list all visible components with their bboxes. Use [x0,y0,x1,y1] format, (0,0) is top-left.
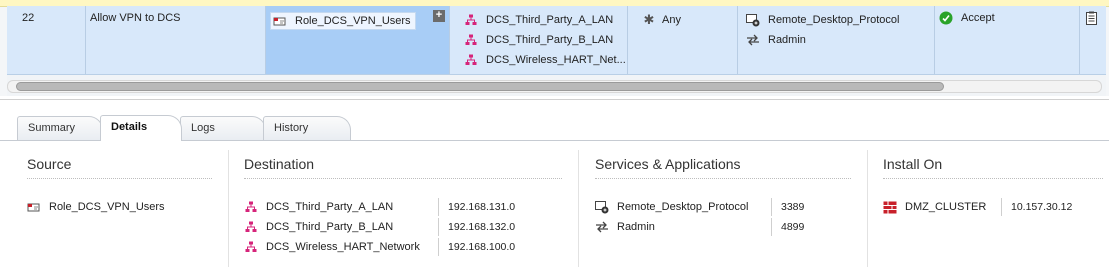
service-detail-item[interactable]: Radmin [595,218,655,236]
action-label: Accept [961,12,995,24]
destination-object[interactable]: DCS_Third_Party_B_LAN [464,32,613,48]
network-icon [244,201,258,213]
add-object-button[interactable]: + [433,10,445,22]
source-object[interactable]: Role_DCS_VPN_Users [270,12,416,30]
service-object[interactable]: Remote_Desktop_Protocol [746,12,899,28]
source-detail-label: Role_DCS_VPN_Users [49,201,165,213]
service-object[interactable]: Radmin [746,32,806,48]
section-divider [27,178,212,179]
destination-ip: 192.168.132.0 [438,218,515,236]
details-tab-bar: Summary Details Logs History [0,115,1109,141]
service-port: 4899 [771,218,804,236]
rule-row[interactable]: 22 Allow VPN to DCS Role_DCS_VPN_Users +… [7,6,1106,75]
service-detail-item[interactable]: Remote_Desktop_Protocol [595,198,748,216]
source-detail-item[interactable]: Role_DCS_VPN_Users [27,198,165,216]
destination-object[interactable]: DCS_Wireless_HART_Net... [464,52,626,68]
source-section: Source Role_DCS_VPN_Users [27,150,212,267]
service-label: Radmin [768,34,806,46]
install-on-section-title: Install On [883,156,943,172]
services-section-title: Services & Applications [595,156,741,172]
firewall-cluster-icon [883,201,897,214]
column-separator [228,150,229,267]
remote-desktop-service-icon [746,13,760,27]
section-divider [595,178,851,179]
rule-services-cell[interactable]: Remote_Desktop_Protocol Radmin [738,6,935,74]
rulebase-grid: 22 Allow VPN to DCS Role_DCS_VPN_Users +… [0,0,1109,96]
service-detail-label: Remote_Desktop_Protocol [617,201,749,213]
remote-desktop-service-icon [595,200,609,214]
rule-destination-cell[interactable]: DCS_Third_Party_A_LAN DCS_Third_Party_B_… [450,6,628,74]
destination-section: Destination DCS_Third_Party_A_LAN 192.16… [244,150,562,267]
destination-label: DCS_Third_Party_A_LAN [486,14,614,26]
tab-logs[interactable]: Logs [180,116,266,140]
destination-detail-label: DCS_Third_Party_B_LAN [266,221,394,233]
destination-detail-label: DCS_Wireless_HART_Network [266,241,420,253]
services-section: Services & Applications Remote_Desktop_P… [595,150,851,267]
rule-source-cell[interactable]: Role_DCS_VPN_Users + [266,6,450,74]
destination-section-title: Destination [244,156,315,172]
role-icon [27,202,41,213]
rule-track-cell[interactable] [1080,6,1106,74]
column-separator [867,150,868,267]
network-icon [244,221,258,233]
log-icon[interactable] [1086,11,1097,25]
rule-action-cell[interactable]: Accept [935,6,1080,74]
tab-summary[interactable]: Summary [17,116,103,140]
destination-ip: 192.168.100.0 [438,238,515,256]
accept-icon [939,11,953,25]
rule-name: Allow VPN to DCS [90,12,181,24]
destination-detail-item[interactable]: DCS_Third_Party_A_LAN [244,198,393,216]
column-separator [578,150,579,267]
asterisk-icon: ✱ [643,12,655,27]
radmin-service-icon [595,221,609,233]
action-object[interactable]: Accept [939,10,995,26]
network-icon [464,14,478,26]
destination-detail-label: DCS_Third_Party_A_LAN [266,201,394,213]
service-port: 3389 [771,198,804,216]
destination-label: DCS_Third_Party_B_LAN [486,34,614,46]
source-object-label: Role_DCS_VPN_Users [295,15,411,27]
rule-vpn-cell[interactable]: ✱ Any [628,6,738,74]
radmin-service-icon [746,34,760,46]
section-divider [244,178,562,179]
network-icon [464,34,478,46]
rule-name-cell[interactable]: Allow VPN to DCS [86,6,266,74]
rule-number: 22 [22,12,35,24]
service-detail-label: Radmin [617,221,655,233]
install-on-ip: 10.157.30.12 [1001,198,1072,216]
destination-object[interactable]: DCS_Third_Party_A_LAN [464,12,613,28]
vpn-object[interactable]: ✱ Any [642,12,681,28]
install-on-section: Install On DMZ_CLUSTER 10.157.30.12 [883,150,1103,267]
destination-label: DCS_Wireless_HART_Net... [486,54,626,66]
vpn-label: Any [662,14,681,26]
tab-details[interactable]: Details [100,115,182,141]
panel-divider [0,99,1109,100]
role-icon [273,16,287,27]
network-icon [464,54,478,66]
destination-detail-item[interactable]: DCS_Wireless_HART_Network [244,238,420,256]
rule-number-cell[interactable]: 22 [7,6,86,74]
source-section-title: Source [27,156,72,172]
section-divider [883,178,1103,179]
install-on-detail-item[interactable]: DMZ_CLUSTER [883,198,986,216]
service-label: Remote_Desktop_Protocol [768,14,900,26]
horizontal-scrollbar-thumb[interactable] [16,82,944,91]
destination-ip: 192.168.131.0 [438,198,515,216]
tab-history[interactable]: History [263,116,351,140]
network-icon [244,241,258,253]
destination-detail-item[interactable]: DCS_Third_Party_B_LAN [244,218,393,236]
install-on-detail-label: DMZ_CLUSTER [905,201,987,213]
